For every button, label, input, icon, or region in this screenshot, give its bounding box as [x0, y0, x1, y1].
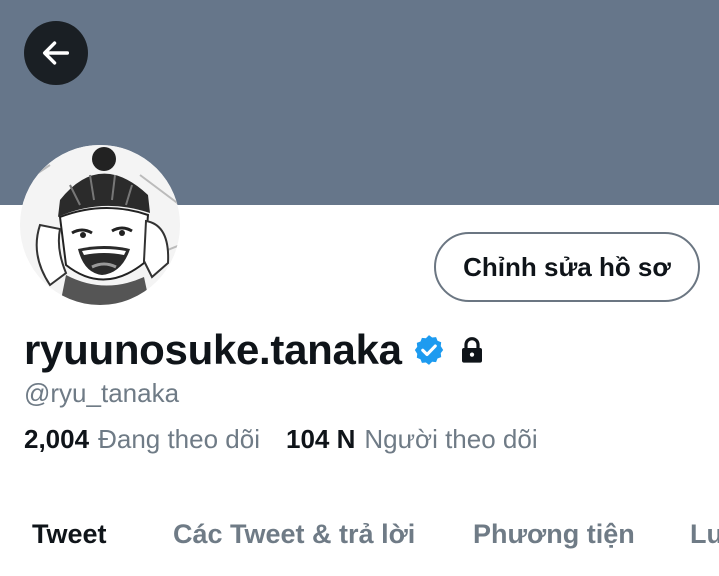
profile-handle: @ryu_tanaka	[24, 378, 180, 408]
followers-stat[interactable]: 104 N Người theo dõi	[286, 424, 538, 455]
tab-likes[interactable]: Lượt thích	[690, 519, 719, 550]
display-name: ryuunosuke.tanaka	[24, 326, 402, 373]
following-label: Đang theo dõi	[98, 424, 260, 454]
edit-profile-button[interactable]: Chỉnh sửa hồ sơ	[434, 232, 700, 302]
verified-badge-icon	[412, 333, 446, 367]
tab-media[interactable]: Phương tiện	[473, 519, 635, 550]
profile-stats: 2,004 Đang theo dõi 104 N Người theo dõi	[24, 424, 538, 455]
followers-label: Người theo dõi	[364, 424, 538, 454]
lock-icon	[456, 334, 488, 366]
avatar-image	[20, 145, 180, 305]
profile-name-row: ryuunosuke.tanaka	[24, 322, 488, 378]
avatar[interactable]	[20, 145, 180, 305]
following-stat[interactable]: 2,004 Đang theo dõi	[24, 424, 260, 455]
arrow-left-icon	[42, 41, 70, 65]
tab-tweets-and-replies[interactable]: Các Tweet & trả lời	[173, 519, 415, 550]
back-button[interactable]	[24, 21, 88, 85]
tab-tweets[interactable]: Tweet	[32, 519, 107, 550]
profile-tabs: Tweet Các Tweet & trả lời Phương tiện Lư…	[0, 505, 719, 565]
followers-count: 104 N	[285, 424, 356, 454]
following-count: 2,004	[24, 424, 90, 454]
